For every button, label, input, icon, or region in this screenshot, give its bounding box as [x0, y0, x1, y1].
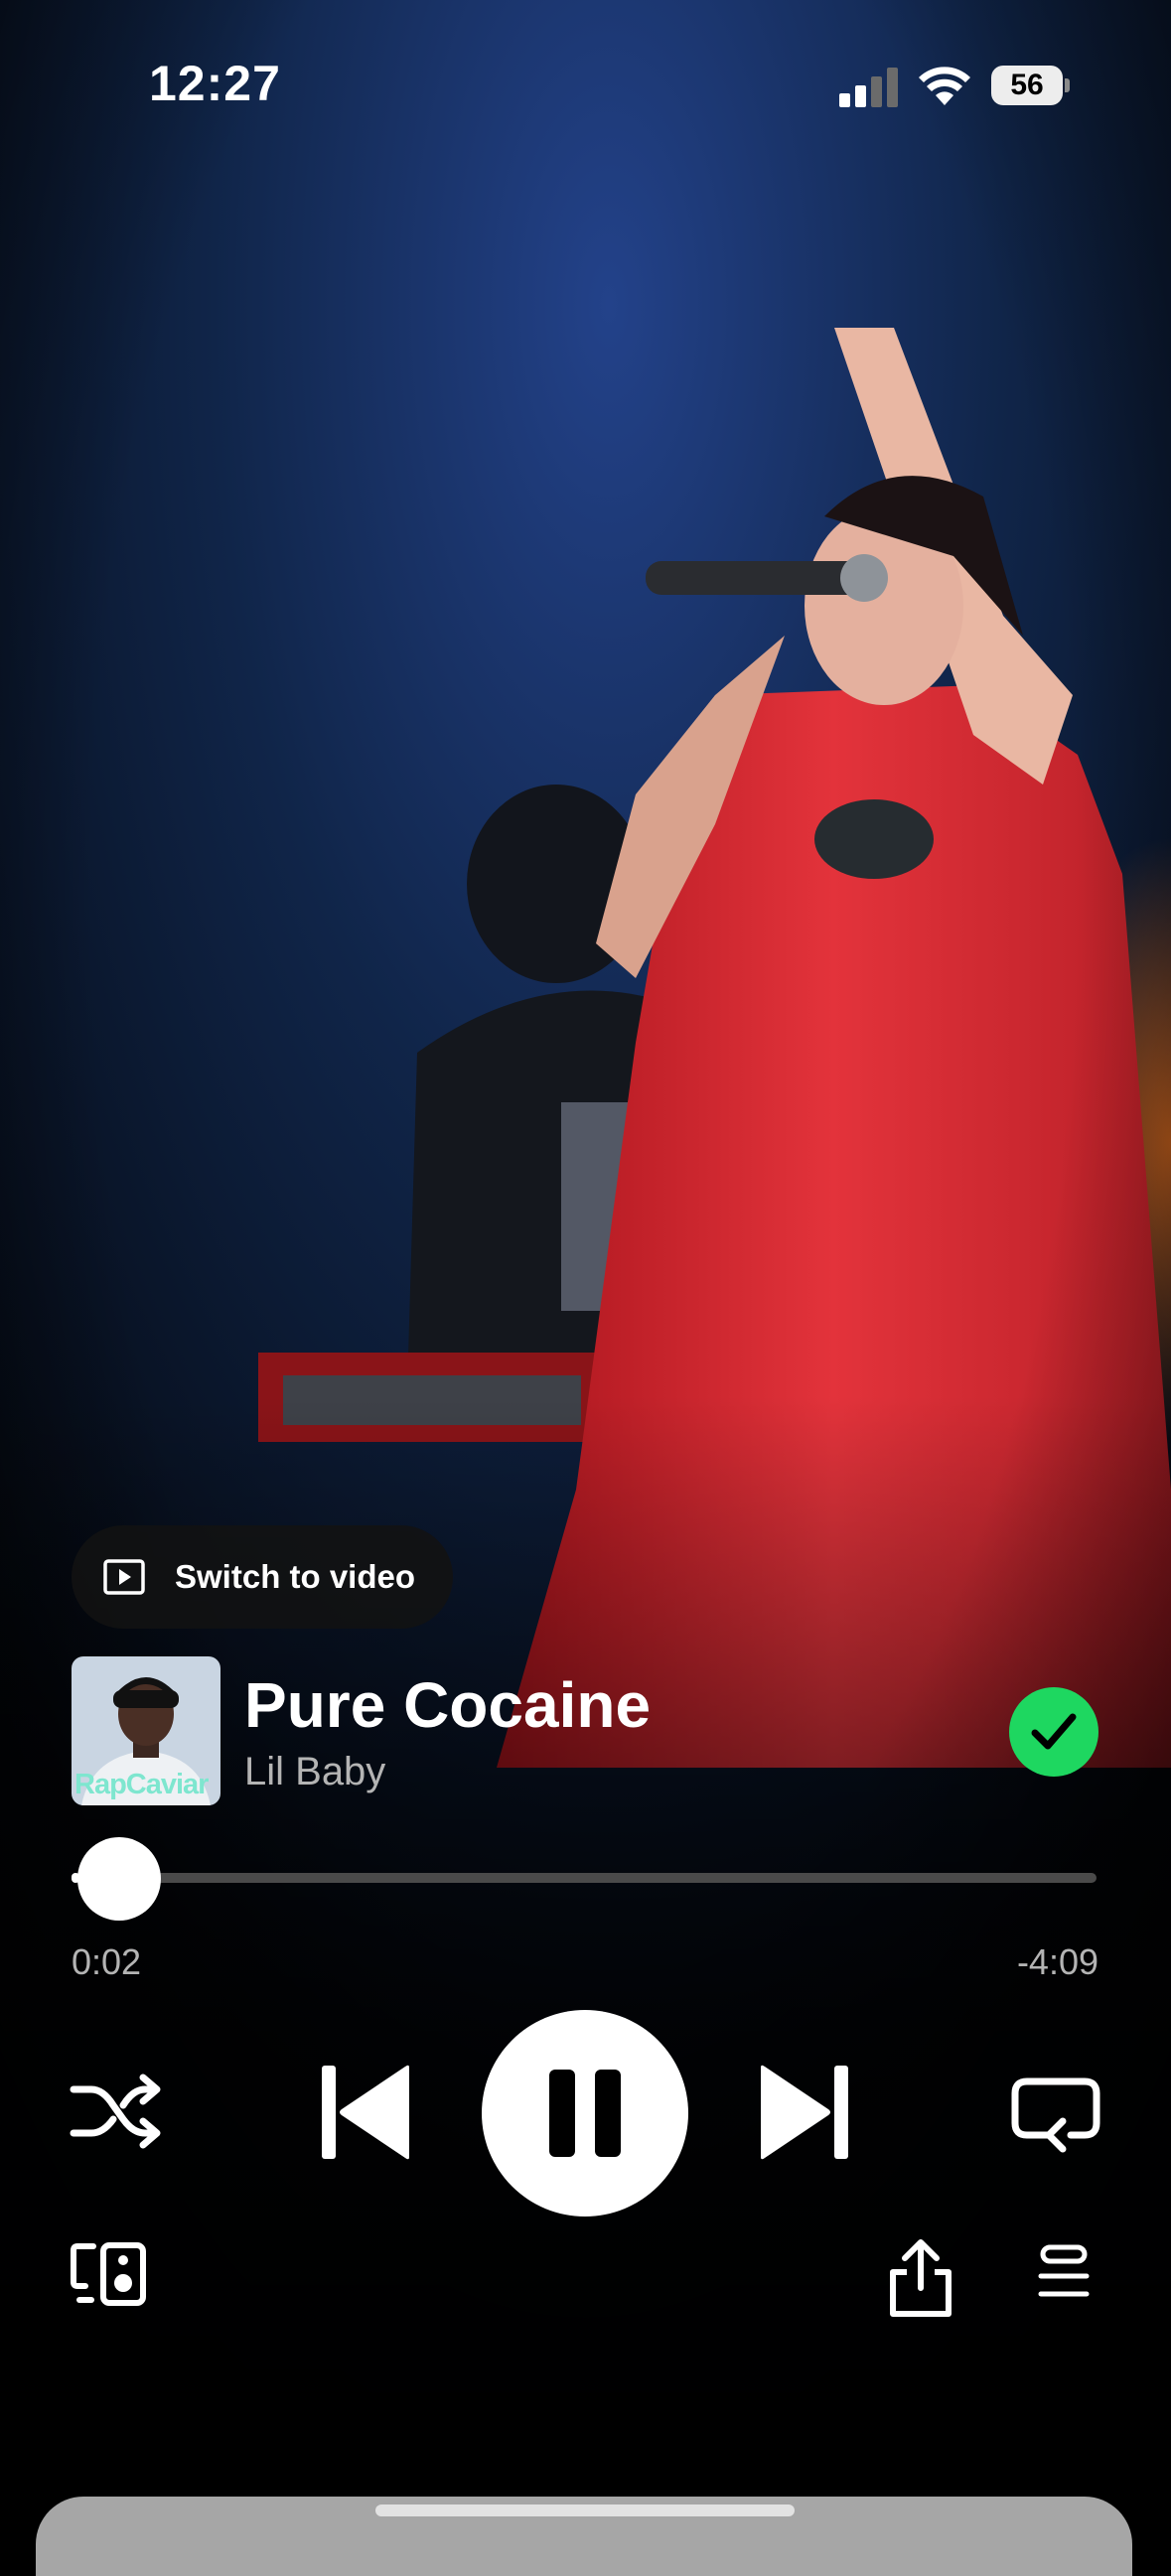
repeat-icon	[1011, 2077, 1100, 2153]
share-icon	[890, 2239, 951, 2317]
battery-tip	[1065, 78, 1070, 92]
play-box-icon	[103, 1559, 145, 1595]
queue-icon	[1038, 2244, 1090, 2297]
play-pause-button[interactable]	[482, 2010, 688, 2217]
battery-indicator: 56	[991, 66, 1070, 107]
shuffle-icon	[70, 2074, 161, 2149]
queue-button[interactable]	[1037, 2244, 1091, 2300]
liked-button[interactable]	[1009, 1687, 1098, 1777]
connect-devices-icon	[71, 2242, 146, 2306]
pause-icon	[549, 2070, 621, 2157]
next-track-button[interactable]	[759, 2064, 850, 2161]
skip-next-icon	[761, 2065, 848, 2160]
check-icon	[1031, 1713, 1077, 1750]
connect-devices-button[interactable]	[70, 2242, 147, 2306]
shuffle-button[interactable]	[70, 2072, 163, 2151]
cover-label: RapCaviar	[74, 1769, 209, 1800]
wifi-icon	[919, 67, 970, 105]
progress-scrubber-handle[interactable]	[77, 1837, 161, 1921]
remaining-time: -4:09	[1016, 1941, 1098, 1982]
home-indicator	[375, 2504, 795, 2516]
playlist-cover-art[interactable]: RapCaviar	[72, 1656, 220, 1805]
repeat-button[interactable]	[1009, 2072, 1102, 2153]
share-button[interactable]	[887, 2236, 954, 2318]
status-bar: 12:27 56	[0, 0, 1171, 169]
previous-track-button[interactable]	[320, 2064, 411, 2161]
progress-track[interactable]	[72, 1873, 1097, 1883]
track-title[interactable]: Pure Cocaine	[244, 1668, 651, 1742]
switch-to-video-label: Switch to video	[175, 1558, 416, 1595]
cellular-signal-icon	[839, 68, 898, 107]
status-time: 12:27	[149, 56, 281, 111]
switch-to-video-button[interactable]: Switch to video	[72, 1525, 453, 1629]
battery-level: 56	[1010, 69, 1044, 101]
skip-previous-icon	[322, 2065, 409, 2160]
elapsed-time: 0:02	[72, 1941, 142, 1982]
artist-name[interactable]: Lil Baby	[244, 1750, 385, 1794]
